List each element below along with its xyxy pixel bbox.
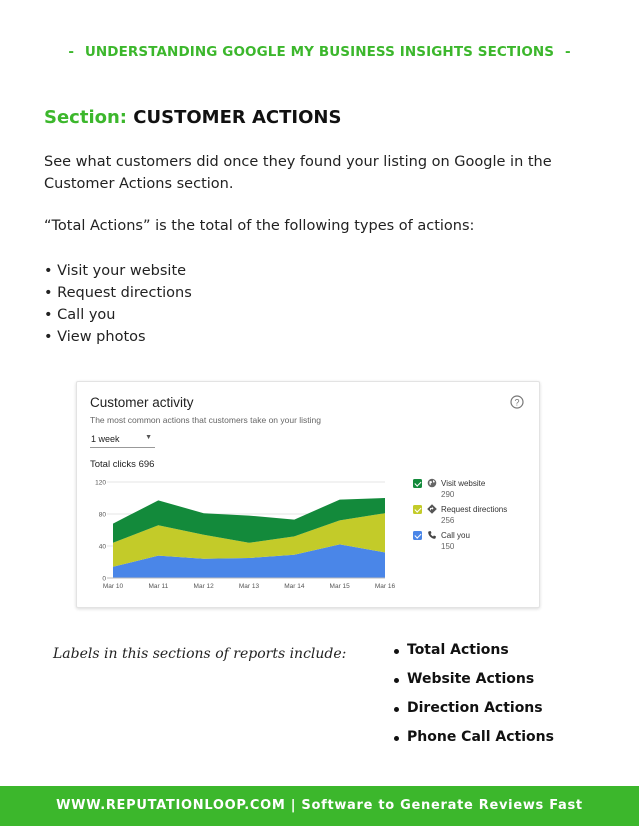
list-item: • Visit your website — [44, 263, 187, 279]
list-item: • View photos — [44, 329, 146, 345]
globe-icon — [427, 478, 437, 488]
list-item: • Request directions — [44, 285, 192, 301]
header-dash-right: - — [564, 44, 571, 60]
legend-total: 290 — [441, 490, 455, 499]
list-item: Direction Actions — [392, 700, 554, 729]
x-tick-label: Mar 15 — [330, 583, 351, 590]
x-tick-label: Mar 13 — [239, 583, 260, 590]
x-tick-label: Mar 12 — [194, 583, 215, 590]
legend-total: 256 — [441, 516, 455, 525]
footer-bar: WWW.REPUTATIONLOOP.COM | Software to Gen… — [0, 786, 639, 826]
footer-text: WWW.REPUTATIONLOOP.COM | Software to Gen… — [56, 798, 583, 813]
list-item: Website Actions — [392, 671, 554, 700]
legend-total: 150 — [441, 542, 455, 551]
list-item: • Call you — [44, 307, 116, 323]
legend-label: Visit website — [441, 479, 486, 488]
customer-activity-card: Customer activity The most common action… — [76, 381, 540, 608]
legend-label: Call you — [441, 531, 470, 540]
y-tick-label: 120 — [95, 480, 106, 487]
section-label: Section: — [44, 107, 127, 128]
intro-paragraph: See what customers did once they found y… — [44, 154, 552, 192]
phone-icon — [428, 531, 436, 539]
header-dash-left: - — [68, 44, 75, 60]
x-tick-label: Mar 16 — [375, 583, 396, 590]
list-item: Phone Call Actions — [392, 729, 554, 758]
header-title: UNDERSTANDING GOOGLE MY BUSINESS INSIGHT… — [84, 44, 555, 60]
x-tick-label: Mar 14 — [284, 583, 305, 590]
section-name: CUSTOMER ACTIONS — [133, 107, 342, 128]
x-tick-label: Mar 10 — [103, 583, 124, 590]
x-tick-label: Mar 11 — [148, 583, 168, 590]
legend-checkbox[interactable] — [413, 479, 422, 488]
customer-activity-chart: 0 40 80 120 Mar 10 Mar 11 Mar 12 Mar 13 Mar 14 Ma… — [95, 480, 396, 591]
y-tick-label: 80 — [99, 512, 107, 519]
total-actions-paragraph: “Total Actions” is the total of the foll… — [44, 218, 475, 234]
labels-list: Total Actions Website Actions Direction … — [392, 642, 554, 758]
action-types-list: • Visit your website • Request direction… — [44, 260, 192, 348]
labels-intro: Labels in this sections of reports inclu… — [53, 646, 347, 662]
legend-label: Request directions — [441, 505, 508, 514]
legend-checkbox[interactable] — [413, 531, 422, 540]
directions-icon — [427, 504, 437, 514]
list-item: Total Actions — [392, 642, 554, 671]
y-tick-label: 40 — [99, 544, 107, 551]
y-tick-label: 0 — [102, 576, 106, 583]
page-header: - UNDERSTANDING GOOGLE MY BUSINESS INSIG… — [0, 44, 639, 60]
section-title: Section: CUSTOMER ACTIONS — [44, 107, 341, 128]
legend-checkbox[interactable] — [413, 505, 422, 514]
